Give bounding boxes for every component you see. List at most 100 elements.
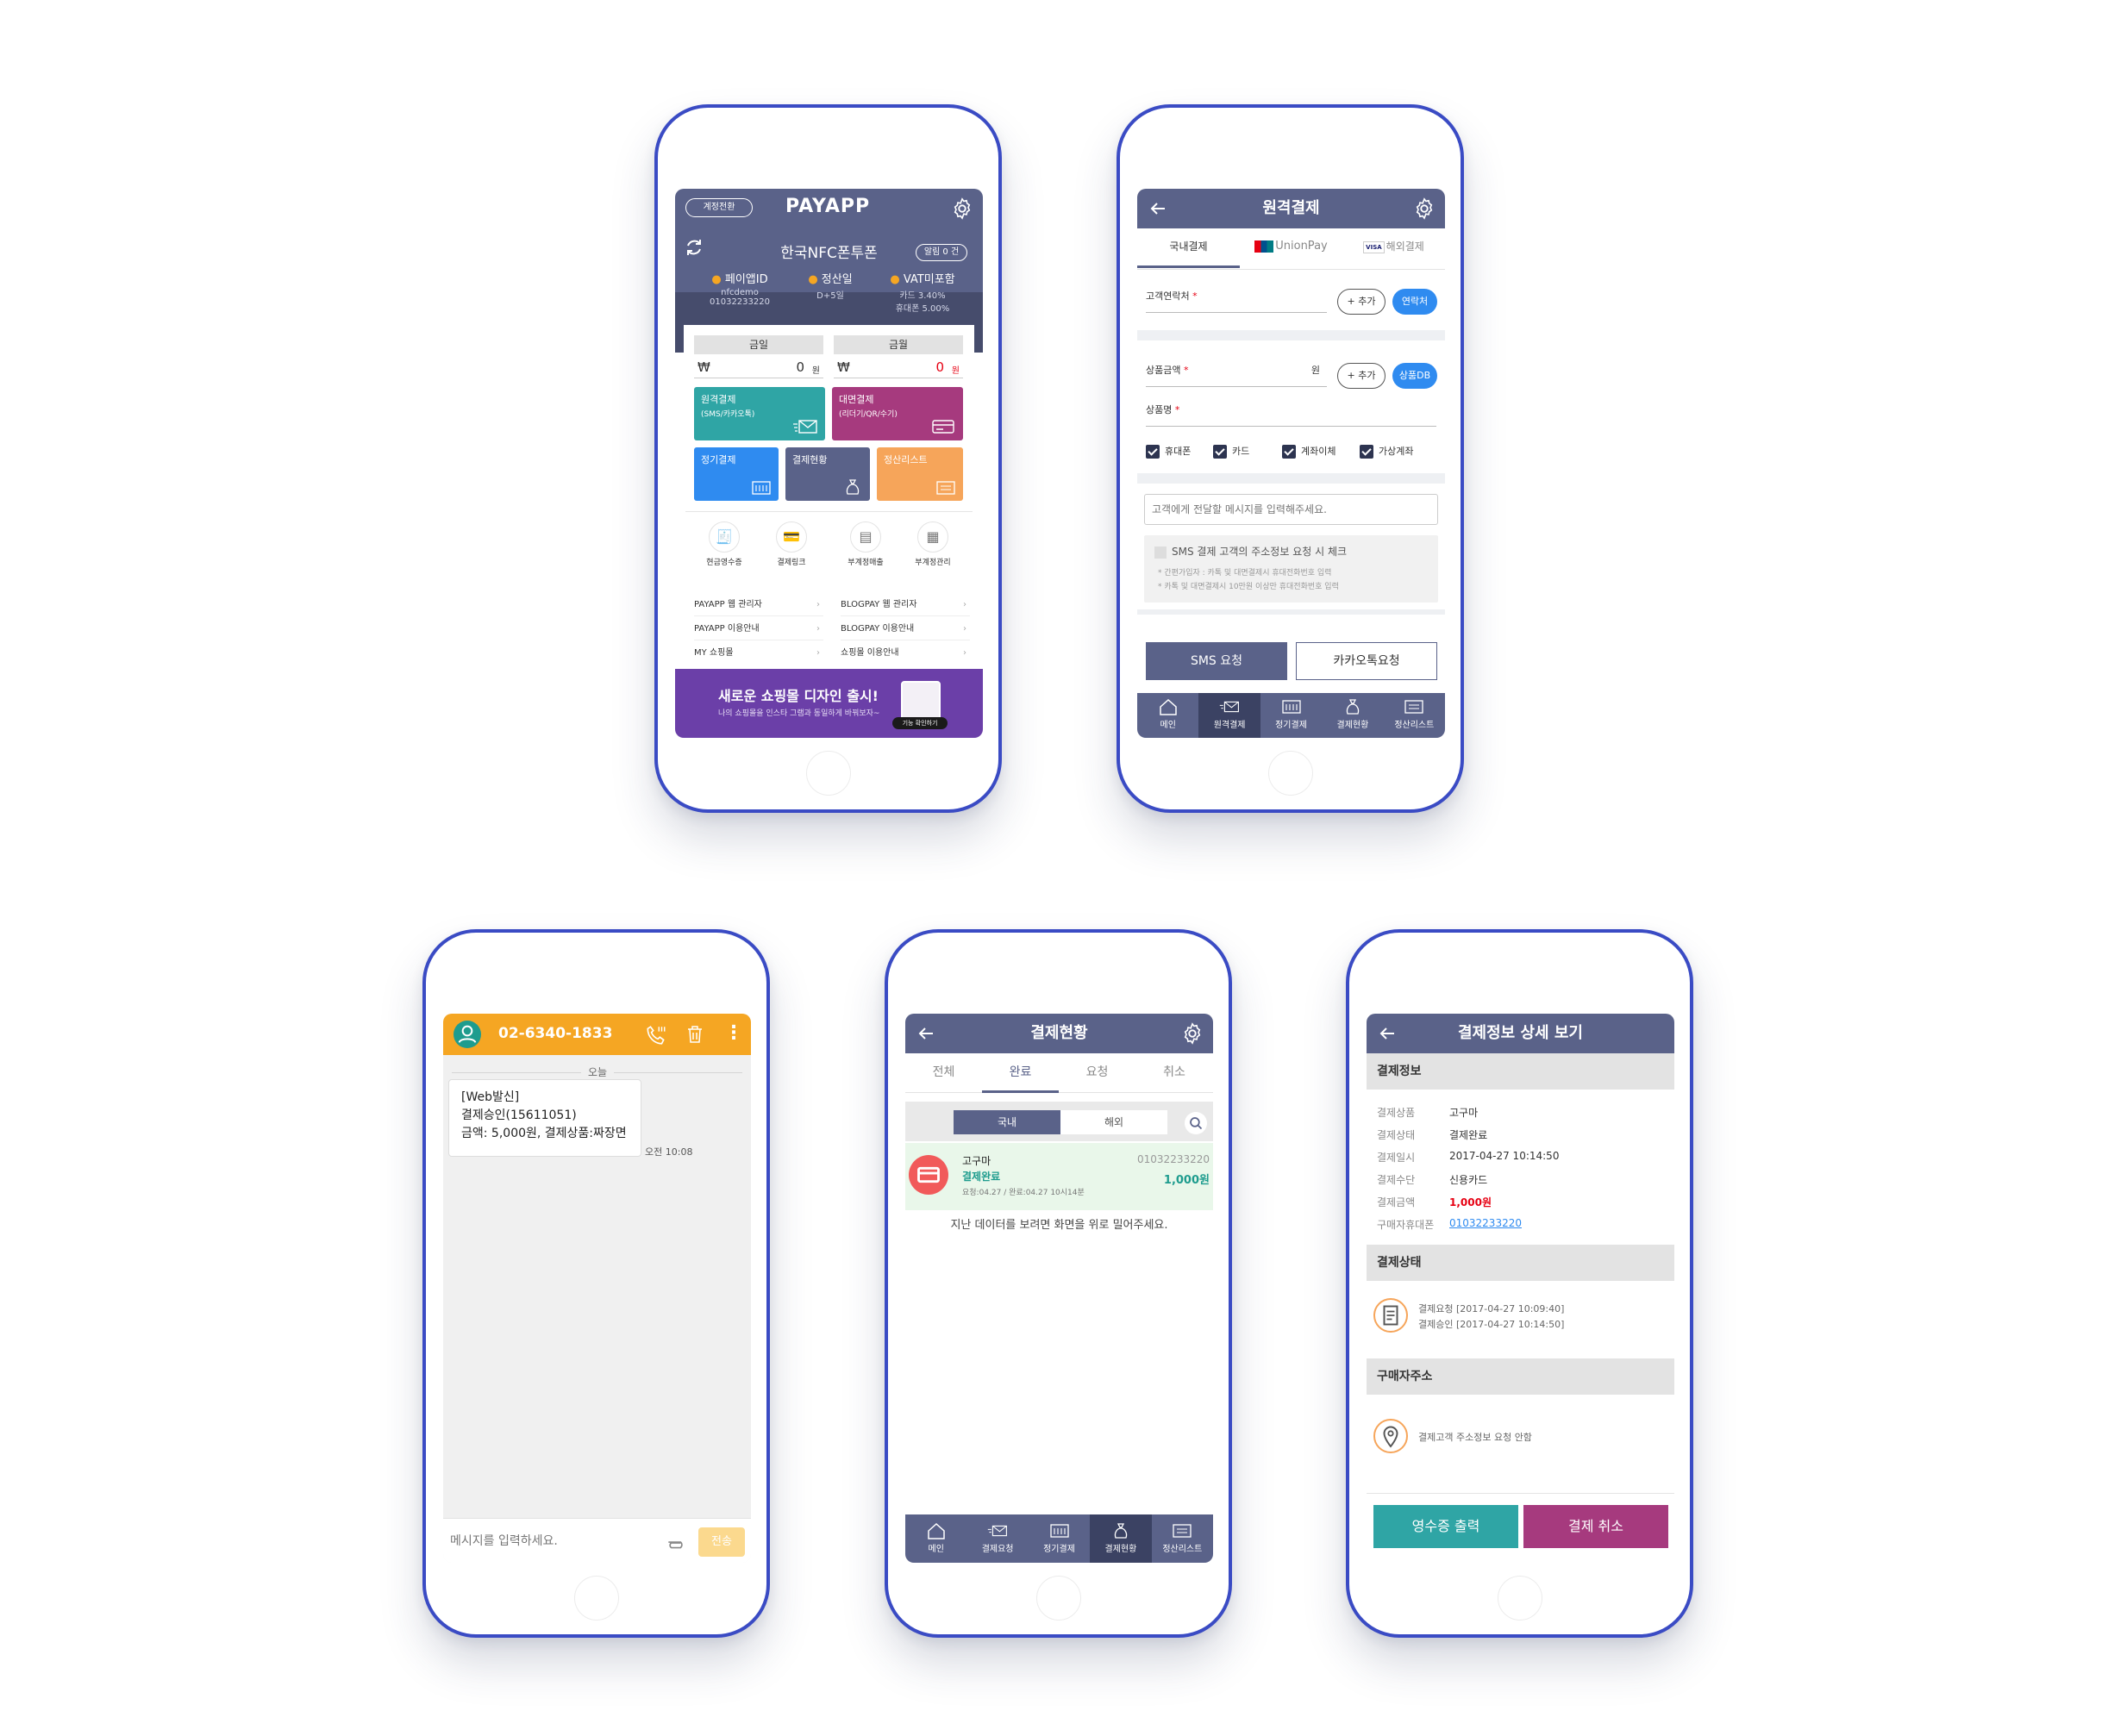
won-unit: 원 <box>811 366 820 376</box>
product-db-button[interactable]: 상품DB <box>1392 363 1437 389</box>
link-blogpay-guide[interactable]: BLOGPAY 이용안내 › <box>841 618 970 640</box>
promo-banner[interactable]: 새로운 쇼핑몰 디자인 출시! 나의 쇼핑몰을 인스타 그램과 동일하게 바꿔보… <box>675 669 983 738</box>
send-button[interactable]: 전송 <box>698 1527 745 1557</box>
item-dates: 요청:04.27 / 완료:04.27 10시14분 <box>962 1189 1085 1197</box>
link-my-shop[interactable]: MY 쇼핑몰 › <box>694 642 823 665</box>
alert-badge[interactable]: 알림 0 건 <box>916 244 967 261</box>
nav-settlement[interactable]: 정산리스트 <box>1384 693 1445 738</box>
home-button[interactable] <box>1498 1576 1542 1620</box>
nav-remote-payment[interactable]: 원격결제 <box>1198 693 1260 738</box>
settings-gear-icon[interactable] <box>1412 197 1436 221</box>
link-shop-guide[interactable]: 쇼핑몰 이용안내 › <box>841 642 970 665</box>
home-button[interactable] <box>1036 1576 1081 1620</box>
home-button[interactable] <box>1268 751 1313 796</box>
kakao-request-button[interactable]: 카카오톡요청 <box>1296 642 1437 680</box>
banner-button[interactable]: 기능 확인하기 <box>892 717 948 729</box>
row-label: 결제상태 <box>1377 1129 1416 1141</box>
tile-settlement-list[interactable]: 정산리스트 <box>877 447 963 501</box>
add-amount-button[interactable]: + 추가 <box>1337 363 1386 389</box>
segment-domestic[interactable]: 국내 <box>954 1110 1060 1134</box>
nav-recurring[interactable]: 정기결제 <box>1029 1514 1090 1563</box>
tab-overseas[interactable]: VISA 해외결제 <box>1342 228 1445 268</box>
won-unit: 원 <box>951 366 960 376</box>
tile-title: 원격결제 <box>701 394 736 405</box>
link-icon: 💳 <box>776 521 807 553</box>
tab-cancel[interactable]: 취소 <box>1135 1053 1213 1093</box>
tile-payment-status[interactable]: 결제현황 <box>785 447 870 501</box>
link-payapp-web-admin[interactable]: PAYAPP 웹 관리자 › <box>694 594 823 616</box>
message-bubble[interactable]: [Web발신] 결제승인(15611051) 금액: 5,000원, 결제상품:… <box>448 1079 641 1157</box>
visa-icon: VISA <box>1363 240 1385 253</box>
list-icon <box>936 481 955 495</box>
shortcut-label: 현금영수증 <box>706 559 742 567</box>
shortcut-cash-receipt[interactable]: 🧾 현금영수증 <box>694 521 754 567</box>
shortcut-payment-link[interactable]: 💳 결제링크 <box>761 521 822 567</box>
tile-recurring-payment[interactable]: 정기결제 <box>694 447 779 501</box>
home-button[interactable] <box>806 751 851 796</box>
nav-label: 정산리스트 <box>1394 721 1435 730</box>
sms-request-button[interactable]: SMS 요청 <box>1146 642 1287 680</box>
scroll-hint: 지난 데이터를 보려면 화면을 위로 밀어주세요. <box>950 1219 1168 1232</box>
tab-domestic[interactable]: 국내결제 <box>1137 228 1240 268</box>
method-card[interactable]: 카드 <box>1213 444 1249 459</box>
settings-gear-icon[interactable] <box>1180 1021 1204 1046</box>
date-divider: 오늘 <box>581 1065 615 1079</box>
nav-payment-request[interactable]: 결제요청 <box>966 1514 1028 1563</box>
amount-field[interactable]: 상품금액 * 원 <box>1146 363 1327 387</box>
nav-settlement[interactable]: 정산리스트 <box>1152 1514 1213 1563</box>
message-input[interactable] <box>450 1528 657 1554</box>
info-line: 카드 3.40% <box>899 291 946 301</box>
nav-status[interactable]: 결제현황 <box>1322 693 1383 738</box>
tab-request[interactable]: 요청 <box>1059 1053 1135 1093</box>
more-menu-icon[interactable]: ⋮ <box>724 1022 743 1044</box>
customer-phone-field[interactable]: 고객연락처 * <box>1146 289 1327 313</box>
info-label: 페이앱ID <box>724 273 768 286</box>
method-mobile[interactable]: 휴대폰 <box>1146 444 1191 459</box>
today-amount: 0 <box>796 359 804 375</box>
item-amount: 1,000원 <box>1163 1174 1210 1187</box>
item-name: 고구마 <box>962 1155 991 1167</box>
buyer-phone-link[interactable]: 01032233220 <box>1449 1217 1522 1229</box>
tile-remote-payment[interactable]: 원격결제 (SMS/카카오톡) <box>694 387 825 440</box>
paperclip-icon[interactable] <box>663 1531 689 1553</box>
contacts-button[interactable]: 연락처 <box>1392 289 1437 315</box>
search-button[interactable] <box>1185 1112 1207 1134</box>
method-transfer[interactable]: 계좌이체 <box>1282 444 1335 459</box>
nav-label: 정산리스트 <box>1162 1545 1203 1554</box>
phone-call-icon[interactable] <box>645 1024 667 1046</box>
product-name-field[interactable]: 상품명 * <box>1146 403 1436 427</box>
cancel-payment-button[interactable]: 결제 취소 <box>1523 1505 1668 1548</box>
link-payapp-guide[interactable]: PAYAPP 이용안내 › <box>694 618 823 640</box>
bubble-line: [Web발신] <box>461 1090 520 1104</box>
add-phone-button[interactable]: + 추가 <box>1337 289 1386 315</box>
checkbox-checked-icon <box>1360 445 1373 459</box>
nav-status[interactable]: 결제현황 <box>1090 1514 1152 1563</box>
method-virtual-account[interactable]: 가상계좌 <box>1360 444 1413 459</box>
trash-icon[interactable] <box>685 1024 705 1045</box>
nav-label: 정기결제 <box>1275 721 1307 730</box>
nav-label: 메인 <box>928 1545 944 1554</box>
account-switch-button[interactable]: 계정전환 <box>685 198 753 217</box>
tile-face-payment[interactable]: 대면결제 (리더기/QR/수기) <box>832 387 963 440</box>
phone-main: 계정전환 PAYAPP 한국NFC폰투폰 알림 0 건 ● 페이앱ID nfcd… <box>654 104 1002 813</box>
address-request-check[interactable]: SMS 결제 고객의 주소정보 요청 시 체크 <box>1154 544 1347 559</box>
settings-gear-icon[interactable] <box>950 197 974 221</box>
tab-unionpay[interactable]: UnionPay <box>1240 228 1342 268</box>
link-blogpay-web-admin[interactable]: BLOGPAY 웹 관리자 › <box>841 594 970 616</box>
link-label: BLOGPAY 이용안내 <box>841 624 915 634</box>
tab-complete[interactable]: 완료 <box>982 1053 1059 1093</box>
print-receipt-button[interactable]: 영수증 출력 <box>1373 1505 1518 1548</box>
message-input[interactable] <box>1144 494 1438 525</box>
home-button[interactable] <box>574 1576 619 1620</box>
shortcut-sub-manage[interactable]: ▦ 부계정관리 <box>903 521 963 567</box>
money-bag-icon <box>1346 699 1360 715</box>
nav-main[interactable]: 메인 <box>1137 693 1198 738</box>
segment-overseas[interactable]: 해외 <box>1060 1110 1167 1134</box>
link-label: PAYAPP 웹 관리자 <box>694 600 762 609</box>
shortcut-sub-sales[interactable]: ▤ 부계정매출 <box>835 521 896 567</box>
nav-main[interactable]: 메인 <box>905 1514 966 1563</box>
tab-all[interactable]: 전체 <box>905 1053 982 1093</box>
address-text: 결제고객 주소정보 요청 안함 <box>1418 1432 1532 1443</box>
payment-list-item[interactable]: 고구마 01032233220 결제완료 1,000원 요청:04.27 / 완… <box>905 1143 1213 1210</box>
nav-recurring[interactable]: 정기결제 <box>1260 693 1322 738</box>
